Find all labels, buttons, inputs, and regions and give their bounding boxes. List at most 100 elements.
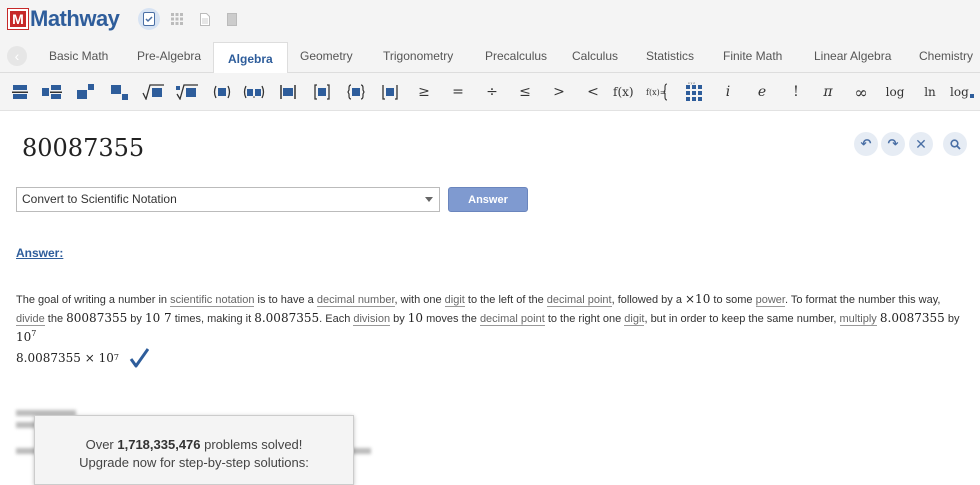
math-expression: 107: [16, 329, 37, 345]
tab-calculus[interactable]: Calculus: [572, 38, 618, 73]
greater-equal-button[interactable]: ≥: [414, 82, 434, 102]
keyword-link[interactable]: multiply: [839, 313, 877, 326]
explanation-text: by: [127, 313, 145, 325]
explanation-text: is to have a: [254, 294, 317, 306]
upgrade-popup[interactable]: Over 1,718,335,476 problems solved! Upgr…: [34, 415, 354, 485]
document-mode-button[interactable]: [194, 8, 216, 30]
logo-text: Mathway: [30, 6, 120, 31]
function-button[interactable]: f(x): [613, 82, 634, 102]
less-equal-button[interactable]: ≤: [515, 82, 535, 102]
matrix-icon[interactable]: x y z: [684, 81, 704, 102]
ln-button[interactable]: ln: [920, 82, 940, 102]
keyword-link[interactable]: digit: [444, 294, 465, 307]
tab-statistics[interactable]: Statistics: [646, 38, 694, 73]
tab-finite-math[interactable]: Finite Math: [723, 38, 782, 73]
tab-geometry[interactable]: Geometry: [300, 38, 353, 73]
explanation-text: to the right one: [544, 313, 625, 325]
keyword-link[interactable]: decimal point: [479, 313, 545, 326]
brackets-icon[interactable]: [312, 82, 332, 102]
math-expression: 80087355: [66, 311, 128, 325]
absolute-value-icon[interactable]: [278, 82, 298, 102]
braces-icon[interactable]: [346, 82, 366, 102]
search-icon[interactable]: [943, 132, 967, 156]
explanation-text: to some: [710, 294, 756, 306]
document-icon: [200, 12, 210, 26]
divide-button[interactable]: ÷: [482, 82, 502, 102]
keyword-link[interactable]: digit: [624, 313, 645, 326]
explanation-text: , followed by a: [611, 294, 685, 306]
calculator-mode-button[interactable]: [138, 8, 160, 30]
popup-text: Over: [85, 437, 118, 452]
explanation-text: The goal of writing a number in: [16, 294, 171, 306]
explanation-text: , with one: [394, 294, 445, 306]
explanation-text: . Each: [319, 313, 354, 325]
result-times: ×: [84, 351, 95, 365]
subscript-icon[interactable]: [110, 82, 130, 102]
log-base-slot: [969, 94, 974, 98]
keyword-link[interactable]: divide: [16, 313, 45, 326]
keyword-link[interactable]: decimal point: [546, 294, 612, 307]
answer-heading[interactable]: Answer:: [16, 246, 63, 260]
keyword-link[interactable]: division: [353, 313, 391, 326]
floor-icon[interactable]: [380, 82, 400, 102]
explanation-text: by: [390, 313, 408, 325]
answer-explanation: The goal of writing a number in scientif…: [16, 290, 976, 365]
popup-text: problems solved!: [200, 437, 303, 452]
grid-icon: [171, 13, 183, 25]
power-exponent: 7: [31, 329, 37, 338]
tab-pre-algebra[interactable]: Pre-Algebra: [137, 38, 201, 73]
keyword-link[interactable]: scientific notation: [170, 294, 255, 307]
upgrade-line: Upgrade now for step-by-step solutions:: [79, 455, 309, 470]
grid-mode-button[interactable]: [166, 8, 188, 30]
math-expression: 10: [407, 311, 424, 325]
fraction-icon[interactable]: [10, 82, 30, 102]
mathway-logo[interactable]: M Mathway: [7, 6, 120, 31]
checkmark-icon: [129, 348, 149, 368]
imaginary-unit-button[interactable]: i: [718, 82, 738, 102]
euler-number-button[interactable]: e: [752, 82, 772, 102]
keyword-link[interactable]: power: [755, 294, 785, 307]
explanation-text: by: [944, 313, 960, 325]
undo-icon[interactable]: ↶: [854, 132, 878, 156]
page-mode-button[interactable]: [221, 8, 243, 30]
equals-button[interactable]: =: [448, 82, 468, 102]
superscript-icon[interactable]: [76, 82, 96, 102]
log-base-button[interactable]: log: [950, 82, 974, 102]
square-root-icon[interactable]: [142, 82, 164, 102]
mixed-fraction-icon[interactable]: [42, 82, 62, 102]
explanation-text: , but in order to keep the same number,: [644, 313, 840, 325]
log-button[interactable]: log: [885, 82, 905, 102]
redo-icon[interactable]: ↷: [881, 132, 905, 156]
greater-than-button[interactable]: >: [549, 82, 569, 102]
clear-icon[interactable]: ✕: [909, 132, 933, 156]
factorial-button[interactable]: !: [786, 82, 806, 102]
tab-chemistry[interactable]: Chemistry: [919, 38, 973, 73]
math-expression: 8.0087355: [879, 311, 945, 325]
problems-count: 1,718,335,476: [117, 437, 201, 452]
tab-linear-algebra[interactable]: Linear Algebra: [814, 38, 891, 73]
page-icon: [227, 12, 237, 26]
power-base: 10: [16, 330, 32, 344]
parentheses-icon[interactable]: [212, 82, 232, 102]
tab-basic-math[interactable]: Basic Math: [49, 38, 108, 73]
chevron-down-icon: [425, 197, 433, 202]
explanation-text: times, making it: [171, 313, 255, 325]
nth-root-icon[interactable]: [176, 82, 198, 102]
tab-trigonometry[interactable]: Trigonometry: [383, 38, 453, 73]
math-expression: ×10: [685, 292, 711, 306]
back-arrow-icon[interactable]: ‹: [7, 46, 27, 66]
less-than-button[interactable]: <: [583, 82, 603, 102]
explanation-text: . To format the number this way,: [784, 294, 941, 306]
piecewise-function-icon[interactable]: f(x)=: [646, 82, 672, 102]
problem-expression[interactable]: 80087355: [22, 134, 144, 162]
answer-button[interactable]: Answer: [448, 187, 528, 212]
operation-select[interactable]: Convert to Scientific Notation: [16, 187, 440, 212]
explanation-text: the: [44, 313, 67, 325]
tab-precalculus[interactable]: Precalculus: [485, 38, 547, 73]
pi-button[interactable]: π: [818, 82, 838, 102]
coordinate-pair-icon[interactable]: [243, 82, 265, 102]
math-expression: 10 7: [144, 311, 172, 325]
keyword-link[interactable]: decimal number: [316, 294, 395, 307]
infinity-button[interactable]: ∞: [851, 82, 871, 102]
explanation-text: to the left of the: [464, 294, 547, 306]
